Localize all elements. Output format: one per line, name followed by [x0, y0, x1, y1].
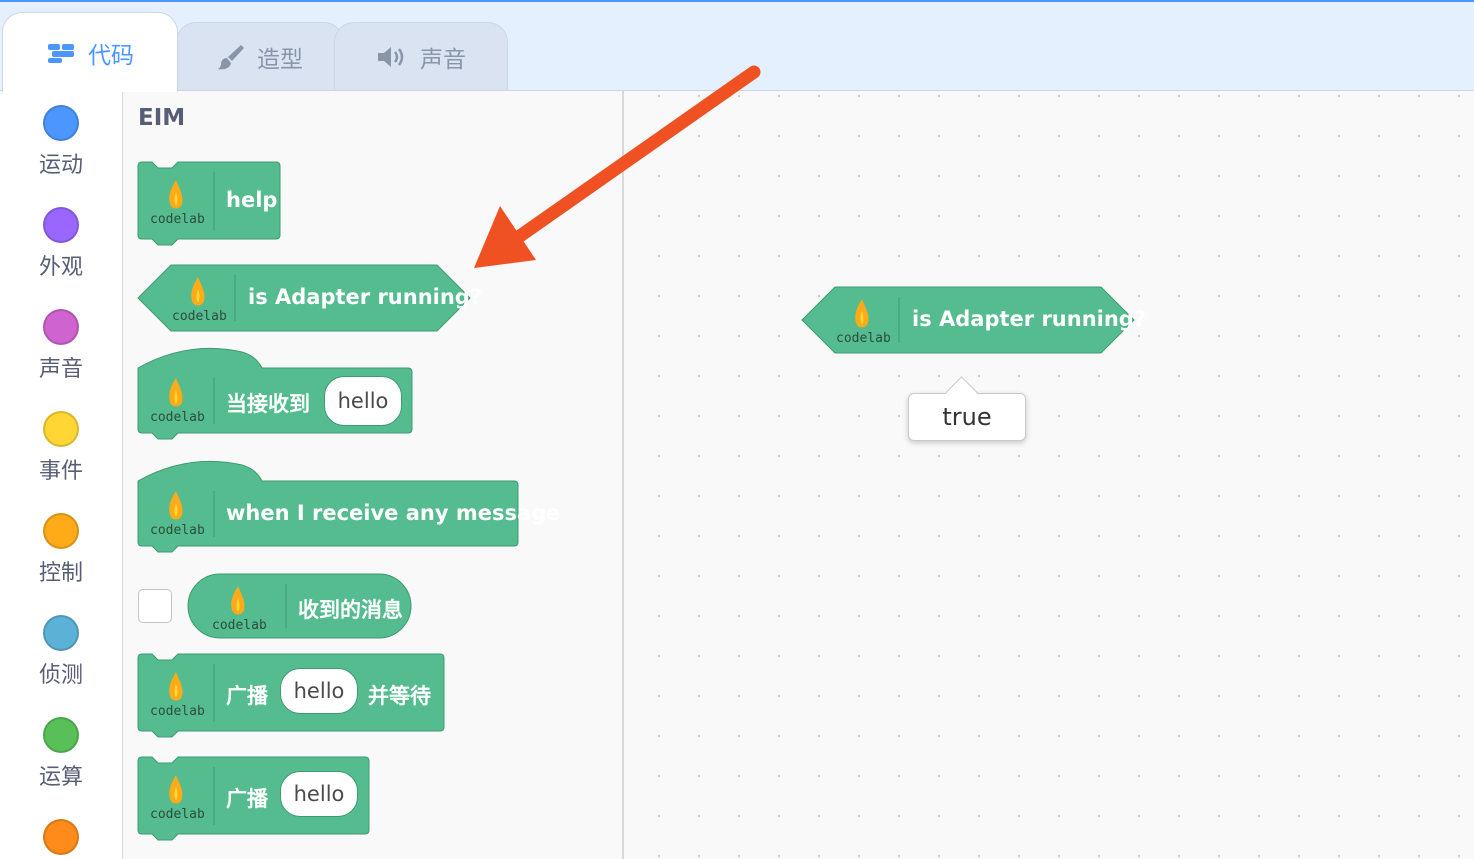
result-tooltip: true [908, 376, 1026, 441]
message-dropdown[interactable]: hello [324, 376, 402, 426]
tab-sounds-label: 声音 [420, 46, 466, 73]
codelab-icon: codelab [146, 487, 206, 543]
category-menu: 运动 外观 声音 事件 控制 侦测 运算 [0, 91, 123, 859]
svg-text:codelab: codelab [150, 410, 205, 425]
code-icon [46, 41, 78, 65]
block-palette: EIM codelab help codelab is Adapter runn… [123, 91, 624, 859]
editor-area: 运动 外观 声音 事件 控制 侦测 运算 EIM codelab help co… [0, 90, 1474, 859]
svg-text:codelab: codelab [172, 309, 227, 324]
tab-costumes[interactable]: 造型 [176, 22, 344, 90]
category-label: 外观 [38, 255, 83, 280]
broadcast-block[interactable]: codelab 广播 hello [137, 756, 372, 847]
when-receive-label: 当接收到 [226, 392, 310, 416]
script-workspace[interactable]: codelab is Adapter running? true [624, 91, 1474, 859]
broadcast-message-input[interactable]: hello [280, 771, 358, 817]
when-receive-block[interactable]: codelab 当接收到 hello [137, 346, 414, 446]
codelab-icon: codelab [832, 295, 892, 351]
and-wait-label: 并等待 [368, 684, 431, 708]
category-dot [43, 411, 79, 447]
top-accent-line [0, 0, 1474, 2]
category-dot [43, 717, 79, 753]
category-sound[interactable]: 声音 [0, 309, 122, 383]
category-dot [43, 207, 79, 243]
tab-code[interactable]: 代码 [2, 12, 178, 92]
category-dot [43, 819, 79, 855]
broadcast-wait-message-input[interactable]: hello [280, 668, 358, 714]
codelab-icon: codelab [146, 668, 206, 724]
received-message-reporter[interactable]: codelab 收到的消息 [187, 573, 414, 640]
category-label: 事件 [38, 459, 83, 484]
category-dot [43, 513, 79, 549]
tab-sounds[interactable]: 声音 [334, 22, 508, 90]
svg-text:codelab: codelab [150, 807, 205, 822]
category-dot [43, 615, 79, 651]
brush-icon [217, 42, 247, 72]
palette-title: EIM [138, 105, 186, 131]
category-label: 声音 [38, 357, 83, 382]
category-label: 运动 [38, 153, 83, 178]
svg-text:codelab: codelab [836, 331, 891, 346]
svg-text:codelab: codelab [150, 523, 205, 538]
tab-code-label: 代码 [88, 42, 134, 69]
help-block[interactable]: codelab help [137, 161, 282, 252]
codelab-icon: codelab [168, 273, 228, 329]
codelab-icon: codelab [146, 176, 206, 232]
tooltip-value: true [942, 403, 992, 431]
monitor-checkbox[interactable] [138, 589, 172, 623]
category-dot [43, 105, 79, 141]
category-operators[interactable]: 运算 [0, 717, 122, 791]
category-dot [43, 309, 79, 345]
svg-text:codelab: codelab [150, 704, 205, 719]
codelab-icon: codelab [208, 582, 268, 638]
codelab-icon: codelab [146, 771, 206, 827]
received-message-label: 收到的消息 [298, 598, 403, 622]
broadcast-label: 广播 [226, 787, 268, 811]
codelab-icon: codelab [146, 374, 206, 430]
adapter-label: is Adapter running? [248, 285, 483, 309]
category-control[interactable]: 控制 [0, 513, 122, 587]
broadcast-wait-label: 广播 [226, 684, 268, 708]
category-events[interactable]: 事件 [0, 411, 122, 485]
category-motion[interactable]: 运动 [0, 105, 122, 179]
speaker-icon [376, 44, 410, 70]
category-label: 侦测 [38, 663, 83, 688]
help-label: help [226, 188, 278, 212]
svg-text:codelab: codelab [212, 618, 267, 633]
category-label: 运算 [38, 765, 83, 790]
category-label: 控制 [38, 561, 83, 586]
workspace-adapter-block[interactable]: codelab is Adapter running? [801, 286, 1146, 354]
category-variables[interactable] [0, 819, 122, 855]
workspace-adapter-label: is Adapter running? [912, 307, 1147, 331]
tab-costumes-label: 造型 [257, 46, 303, 73]
when-receive-any-block[interactable]: codelab when I receive any message [137, 459, 560, 559]
any-message-label: when I receive any message [226, 501, 561, 525]
svg-text:codelab: codelab [150, 212, 205, 227]
is-adapter-running-block[interactable]: codelab is Adapter running? [137, 264, 482, 332]
category-looks[interactable]: 外观 [0, 207, 122, 281]
category-sensing[interactable]: 侦测 [0, 615, 122, 689]
broadcast-and-wait-block[interactable]: codelab 广播 hello 并等待 [137, 653, 446, 744]
